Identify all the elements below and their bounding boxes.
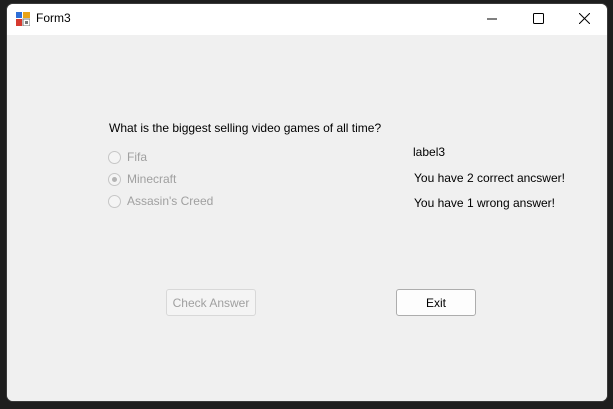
option-assasins-creed[interactable]: Assasin's Creed [108,193,213,209]
form-client-area: What is the biggest selling video games … [7,35,607,401]
option-fifa[interactable]: Fifa [108,149,147,165]
window-title: Form3 [36,11,71,25]
question-label: What is the biggest selling video games … [109,121,382,135]
form3-window: Form3 What is the biggest selling video … [7,4,607,401]
title-bar[interactable]: Form3 [7,4,607,35]
maximize-button[interactable] [515,4,561,35]
option-label: Minecraft [127,172,177,186]
minimize-button[interactable] [469,4,515,35]
option-label: Fifa [127,150,148,164]
option-minecraft[interactable]: Minecraft [108,171,176,187]
option-label: Assasin's Creed [127,194,214,208]
check-answer-button[interactable]: Check Answer [166,289,256,316]
wrong-count-label: You have 1 wrong answer! [414,196,555,210]
radio-button-checked[interactable] [108,172,121,186]
close-button[interactable] [561,4,607,35]
close-icon [578,11,590,29]
correct-count-label: You have 2 correct ancswer! [414,171,565,185]
exit-button[interactable]: Exit [396,289,476,316]
minimize-icon [487,11,497,29]
label3: label3 [413,145,446,159]
radio-button[interactable] [108,150,121,164]
form-app-icon [16,12,31,27]
radio-button[interactable] [108,194,121,208]
maximize-icon [532,11,544,29]
